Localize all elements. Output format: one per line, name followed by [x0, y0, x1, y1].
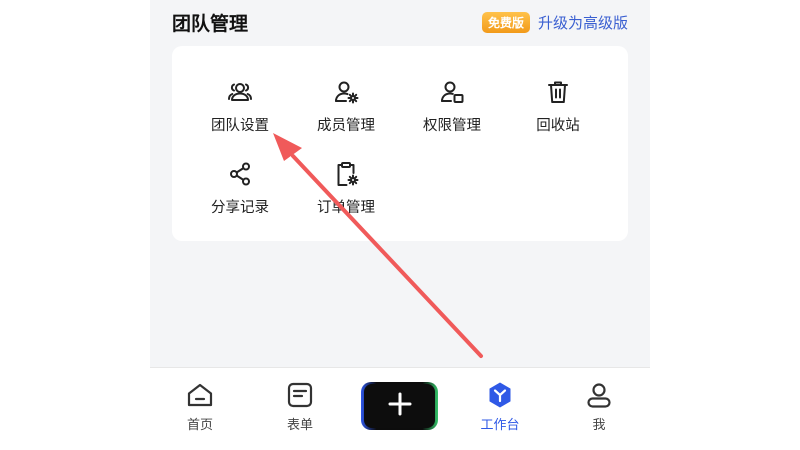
tab-forms[interactable]: 表单 — [260, 380, 340, 433]
bottom-tab-bar: 首页 表单 工作台 我 — [150, 367, 650, 450]
share-icon — [226, 160, 254, 188]
create-button[interactable] — [361, 382, 438, 430]
home-icon — [185, 380, 215, 410]
tab-label: 表单 — [286, 418, 313, 433]
menu-item-label: 权限管理 — [423, 118, 481, 134]
team-icon — [226, 78, 254, 106]
tab-profile[interactable]: 我 — [559, 380, 639, 433]
free-plan-badge: 免费版 — [481, 11, 530, 33]
team-management-card: 团队设置 成员管理 权限管理 回收站 分享记录 订单管理 — [172, 46, 628, 241]
form-icon — [285, 380, 315, 410]
section-header: 团队管理 免费版 升级为高级版 — [172, 8, 628, 36]
workbench-icon — [485, 380, 515, 410]
upgrade-label[interactable]: 升级为高级版 — [538, 12, 628, 33]
tab-label: 首页 — [186, 418, 213, 433]
menu-item-team-settings[interactable]: 团队设置 — [190, 74, 290, 144]
tab-home[interactable]: 首页 — [160, 380, 240, 433]
menu-item-label: 订单管理 — [317, 200, 375, 216]
menu-item-label: 团队设置 — [211, 118, 269, 134]
section-title: 团队管理 — [172, 12, 249, 35]
tab-workbench[interactable]: 工作台 — [460, 380, 540, 433]
menu-item-label: 成员管理 — [317, 118, 375, 134]
tab-label: 工作台 — [480, 418, 520, 433]
create-button-inner — [364, 384, 435, 428]
menu-item-order-management[interactable]: 订单管理 — [296, 156, 396, 226]
menu-item-member-management[interactable]: 成员管理 — [296, 74, 396, 144]
profile-icon — [584, 380, 614, 410]
plus-icon — [387, 391, 413, 421]
order-settings-icon — [332, 160, 360, 188]
menu-item-share-records[interactable]: 分享记录 — [190, 156, 290, 226]
member-settings-icon — [332, 78, 360, 106]
permission-icon — [438, 78, 466, 106]
tab-label: 我 — [592, 418, 606, 433]
upgrade-link[interactable]: 免费版 升级为高级版 — [481, 11, 628, 33]
menu-item-label: 分享记录 — [211, 200, 269, 216]
menu-item-recycle-bin[interactable]: 回收站 — [508, 74, 608, 144]
phone-screen: 团队管理 免费版 升级为高级版 团队设置 成员管理 权限管理 回收站 分享记录 … — [150, 0, 650, 450]
menu-item-permission-management[interactable]: 权限管理 — [402, 74, 502, 144]
menu-item-label: 回收站 — [536, 118, 580, 134]
trash-icon — [544, 78, 572, 106]
